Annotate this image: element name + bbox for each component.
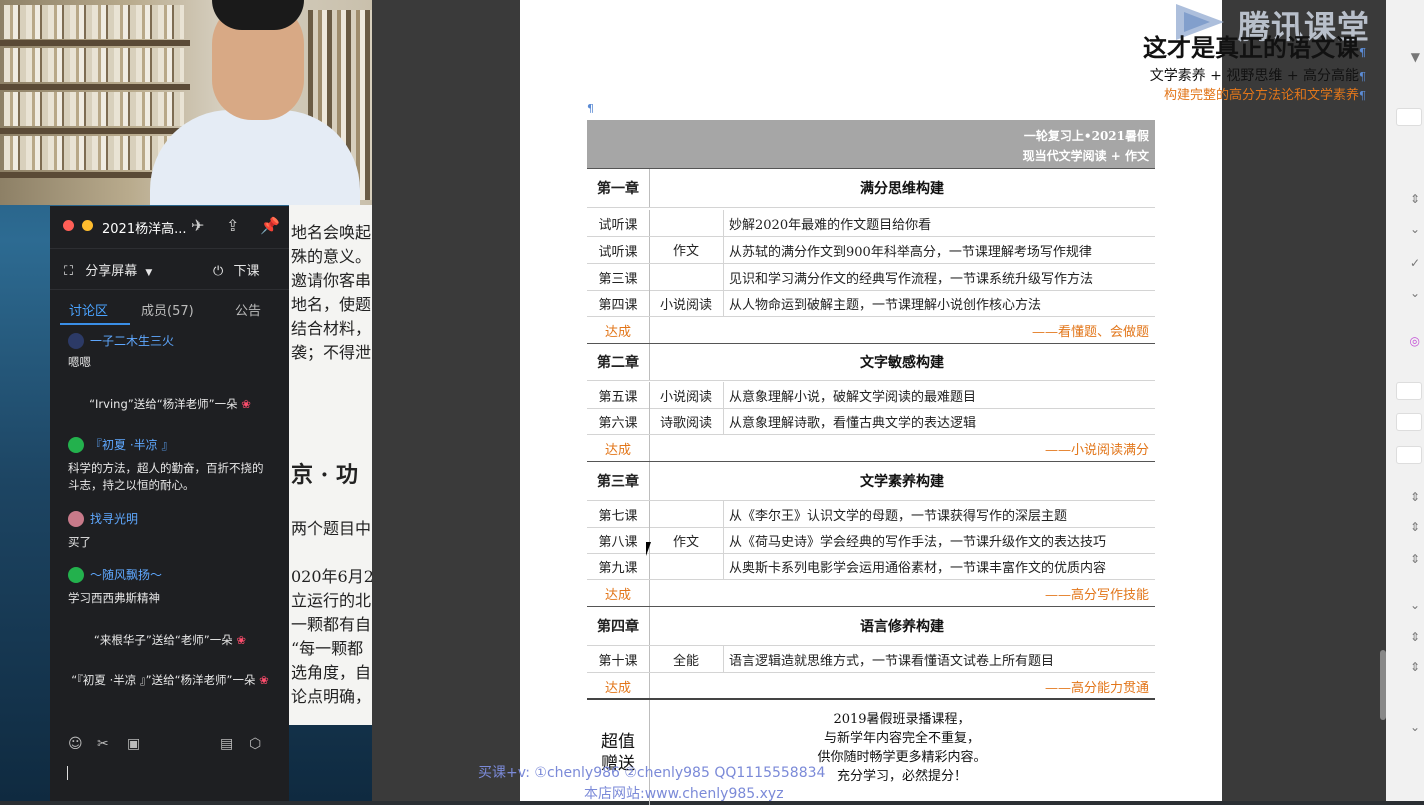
lesson-row: 第十课 全能 语言逻辑造就思维方式，一节课看懂语文试卷上所有题目	[587, 646, 1155, 673]
message-user[interactable]: ～随风飘扬～	[68, 566, 162, 583]
sidebar-field[interactable]	[1396, 382, 1422, 400]
lesson-type: 全能	[672, 653, 699, 669]
classroom-chat-panel: 2021杨洋高... ✈ ⇪ 📌 ⛶ 分享屏幕 ▼ ⏻ 下课 讨论区 成员(57…	[50, 206, 289, 801]
close-window-button[interactable]	[63, 220, 74, 231]
sidebar-field[interactable]	[1396, 413, 1422, 431]
gift-notice: “『初夏 ·半凉 』”送给“杨洋老师”一朵 ❀	[71, 673, 269, 687]
class-title: 2021杨洋高...	[102, 222, 187, 237]
watermark-line: 本店网站:www.chenly985.xyz	[584, 786, 784, 802]
share-toolbar: ⛶ 分享屏幕 ▼ ⏻ 下课	[50, 248, 289, 290]
lesson-row: 第四课 小说阅读 从人物命运到破解主题，一节课理解小说创作核心方法	[587, 290, 1155, 317]
share-out-icon[interactable]: ⇪	[226, 216, 239, 235]
message-text: 学习西西弗斯精神	[68, 591, 160, 605]
stepper-icon[interactable]: ⇕	[1390, 192, 1420, 206]
stepper-icon[interactable]: ⌄	[1390, 222, 1420, 236]
avatar	[68, 332, 84, 349]
emoji-icon[interactable]: ☺	[68, 736, 83, 752]
goal-row: 达成 ——高分写作技能	[587, 580, 1155, 607]
message-user[interactable]: 找寻光明	[68, 510, 138, 527]
power-icon: ⏻	[213, 264, 224, 279]
chapter-row: 第一章 满分思维构建	[587, 168, 1155, 208]
settings-icon[interactable]: ⬡	[249, 736, 261, 752]
stepper-icon[interactable]: ⇕	[1390, 630, 1420, 644]
goal-row: 达成 ——小说阅读满分	[587, 435, 1155, 462]
pin-icon[interactable]: 📌	[260, 216, 280, 235]
tab-members[interactable]: 成员(57)	[141, 300, 194, 319]
flower-icon: ❀	[255, 673, 269, 687]
send-plane-icon[interactable]: ✈	[191, 216, 204, 235]
message-user[interactable]: 一子二木生三火	[68, 332, 174, 349]
avatar	[68, 566, 84, 583]
message-text: 科学的方法，超人的勤奋，百折不挠的斗志，持之以恒的耐心。	[68, 461, 264, 492]
stepper-icon[interactable]: ⇕	[1390, 520, 1420, 534]
chapter-row: 第二章 文字敏感构建	[587, 343, 1155, 381]
chevron-down-icon[interactable]: ⌄	[1390, 720, 1420, 734]
goal-row: 达成 ——高分能力贯通	[587, 673, 1155, 700]
watermark-line: 买课+v: ①chenly986 ②chenly985 QQ1115558834	[478, 765, 826, 781]
screen-icon: ⛶	[64, 264, 74, 279]
share-screen-button[interactable]: ⛶ 分享屏幕 ▼	[64, 260, 152, 279]
syllabus-title: 这才是真正的语文课¶	[1143, 33, 1366, 62]
chevron-down-icon[interactable]: ⌄	[1390, 598, 1420, 612]
comment-icon[interactable]: ▤	[220, 736, 233, 752]
sidebar-field[interactable]	[1396, 108, 1422, 126]
scissors-icon[interactable]: ✂	[97, 736, 109, 752]
lesson-row: 第五课 小说阅读 从意象理解小说，破解文学阅读的最难题目	[587, 382, 1155, 409]
stepper-icon[interactable]: ⇕	[1390, 660, 1420, 674]
flower-icon: ❀	[232, 633, 247, 647]
chevron-down-icon[interactable]: ⌄	[1390, 286, 1420, 300]
lesson-type: 小说阅读	[659, 389, 712, 405]
flower-icon: ❀	[237, 397, 251, 411]
lesson-type: 作文	[672, 534, 699, 550]
color-wheel-icon[interactable]: ◎	[1390, 334, 1420, 348]
chat-input[interactable]	[67, 766, 68, 780]
syllabus-tagline: 构建完整的高分方法论和文学素养¶	[1163, 88, 1366, 103]
tab-announcement[interactable]: 公告	[235, 300, 261, 319]
lesson-type: 小说阅读	[659, 297, 712, 313]
bookshelf	[4, 5, 184, 39]
syllabus-subtitle: 文学素养 + 视野思维 + 高分高能¶	[1149, 68, 1366, 84]
avatar	[68, 436, 84, 453]
sidebar-field[interactable]	[1396, 446, 1422, 464]
pilcrow-mark: ¶	[587, 102, 594, 115]
lesson-type: 作文	[672, 244, 699, 259]
minimize-window-button[interactable]	[82, 220, 93, 231]
format-sidebar: ▼ ⇕ ⌄ ✓ ⌄ ◎ ⇕ ⇕ ⇕ ⌄ ⇕ ⇕ ⌄	[1386, 0, 1424, 801]
background-document: 地名会唤起 殊的意义。 邀请你客串 地名，使题 结合材料， 袭；不得泄 京 · …	[289, 205, 372, 725]
check-icon[interactable]: ✓	[1390, 256, 1420, 270]
table-header: 一轮复习上•2021暑假 现当代文学阅读 + 作文	[587, 120, 1155, 168]
tab-discussion[interactable]: 讨论区	[69, 300, 108, 319]
mouse-cursor	[646, 542, 656, 556]
chevron-down-icon[interactable]: ▼	[1390, 50, 1420, 64]
stepper-icon[interactable]: ⇕	[1390, 552, 1420, 566]
chat-tabs: 讨论区 成员(57) 公告	[50, 296, 289, 326]
end-class-button[interactable]: ⏻ 下课	[213, 260, 259, 279]
gift-notice: “Irving”送给“杨洋老师”一朵 ❀	[89, 397, 251, 411]
avatar	[68, 510, 84, 527]
lesson-row: 第六课 诗歌阅读 从意象理解诗歌，看懂古典文学的表达逻辑	[587, 408, 1155, 435]
chapter-row: 第四章 语言修养构建	[587, 606, 1155, 646]
message-text: 买了	[68, 535, 91, 549]
image-icon[interactable]: ▣	[127, 736, 140, 752]
stepper-icon[interactable]: ⇕	[1390, 490, 1420, 504]
message-text: 嗯嗯	[68, 355, 91, 369]
chat-titlebar: 2021杨洋高... ✈ ⇪ 📌	[50, 206, 289, 246]
goal-row: 达成 ——看懂题、会做题	[587, 317, 1155, 344]
chapter-row: 第三章 文学素养构建	[587, 461, 1155, 501]
chat-input-toolbar: ☺ ✂ ▣ ▤ ⬡	[50, 734, 289, 760]
teacher-webcam	[0, 0, 372, 205]
chevron-down-icon: ▼	[145, 268, 153, 278]
message-user[interactable]: 『初夏 ·半凉 』	[68, 436, 173, 453]
lesson-type: 诗歌阅读	[659, 415, 712, 431]
gift-notice: “来根华子”送给“老师”一朵 ❀	[93, 633, 247, 647]
